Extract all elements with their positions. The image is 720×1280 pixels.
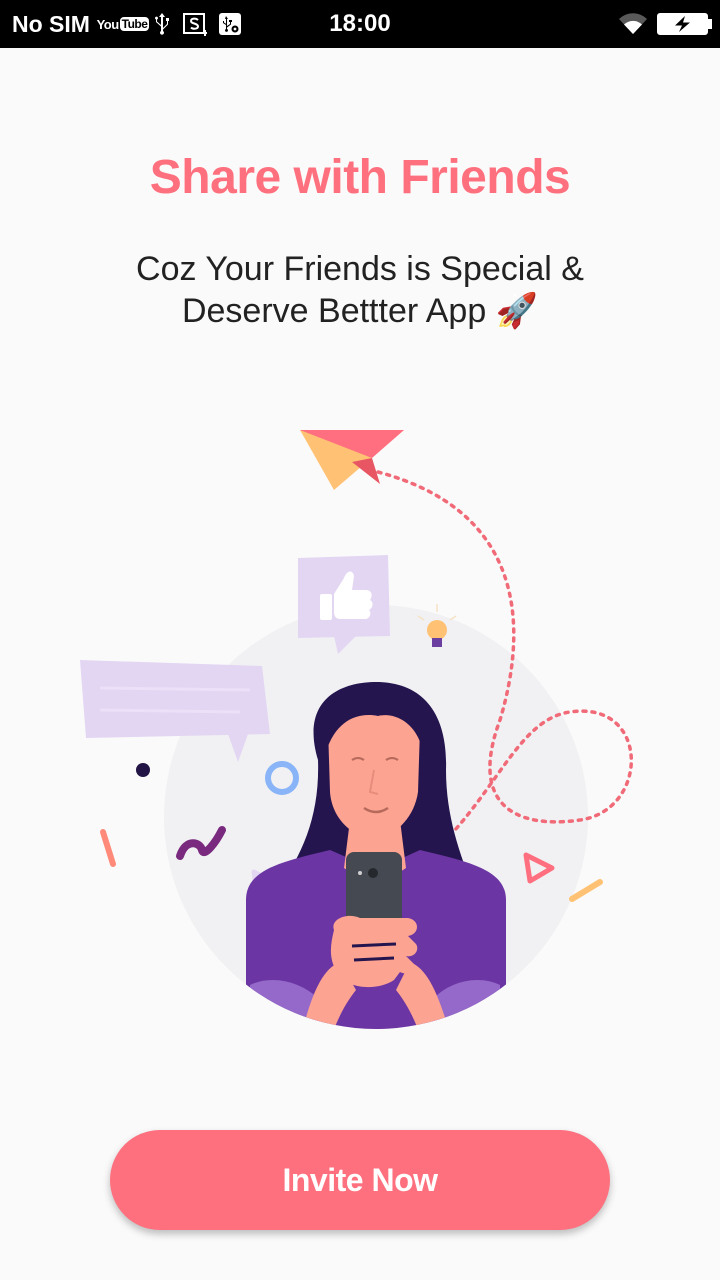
page-subtitle: Coz Your Friends is Special & Deserve Be… [110,248,610,332]
subtitle-line-2: Deserve Bettter App 🚀 [181,292,539,330]
paper-plane-icon [300,430,404,490]
confetti-dot [136,763,150,777]
battery-charging-icon [657,12,713,36]
wifi-icon [616,12,650,36]
status-bar: No SIM You Tube 18:00 [0,0,720,48]
subtitle-line-1: Coz Your Friends is Special & [136,250,584,288]
clock: 18:00 [329,10,391,37]
share-illustration [80,430,634,1029]
confetti-stick [100,829,116,867]
invite-now-button[interactable]: Invite Now [110,1130,610,1230]
speech-bubble [80,660,270,762]
page-title: Share with Friends [149,151,571,204]
